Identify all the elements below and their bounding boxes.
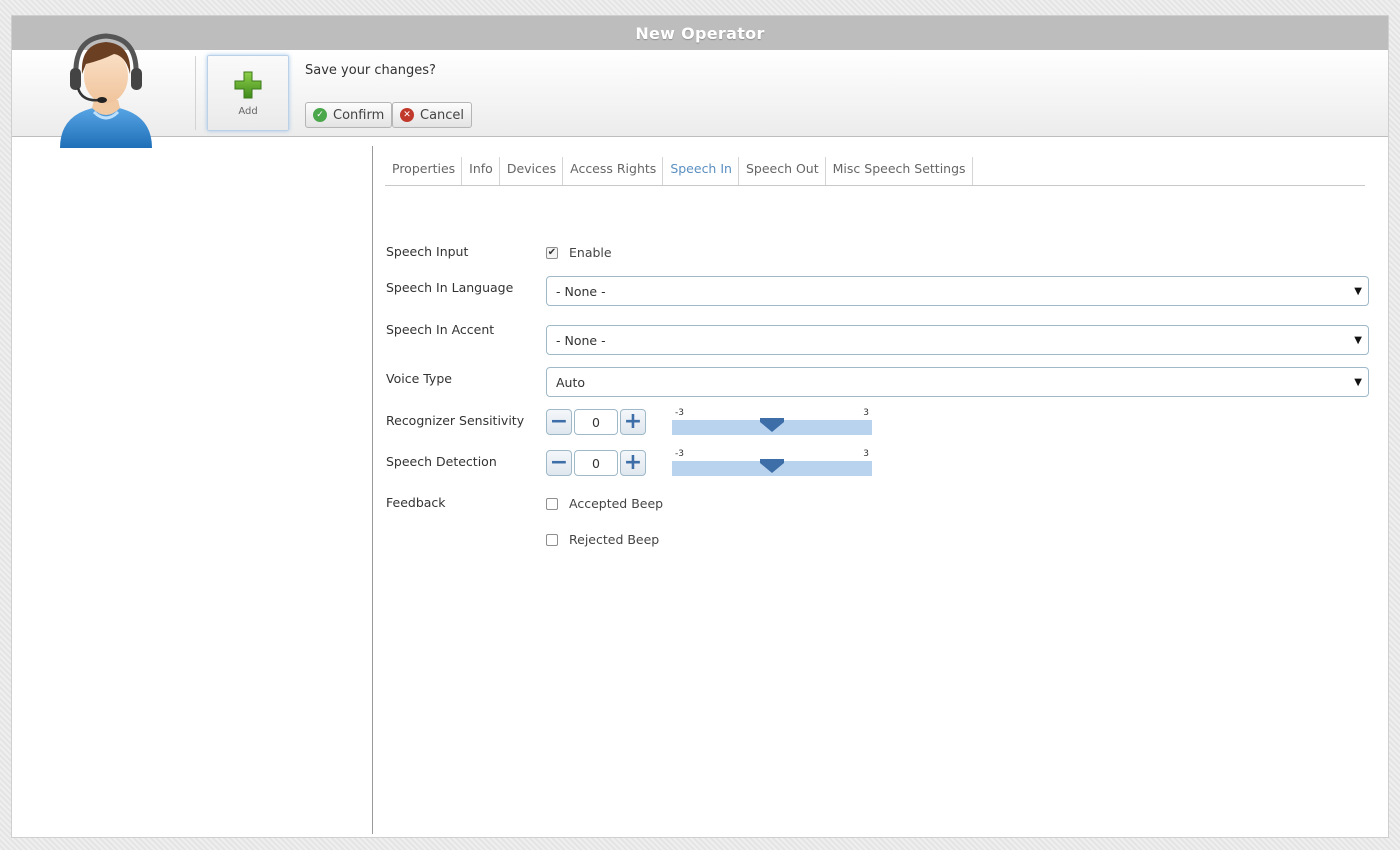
- tab-properties[interactable]: Properties: [385, 157, 463, 185]
- operator-avatar-icon: [60, 33, 152, 148]
- decrement-button[interactable]: −: [546, 450, 572, 476]
- dropdown-arrow-icon: ▼: [1354, 334, 1362, 346]
- tab-misc-speech-settings[interactable]: Misc Speech Settings: [826, 157, 973, 185]
- decrement-button[interactable]: −: [546, 409, 572, 435]
- speech-detection-slider[interactable]: -3 3: [672, 449, 872, 476]
- panel-splitter[interactable]: [372, 146, 373, 834]
- window-title: New Operator: [12, 16, 1388, 50]
- speech-in-accent-select[interactable]: - None - ▼: [546, 325, 1369, 355]
- voice-type-label: Voice Type: [386, 371, 452, 386]
- tab-info[interactable]: Info: [462, 157, 500, 185]
- checkbox-empty-icon: [546, 533, 558, 546]
- accepted-beep-checkbox[interactable]: Accepted Beep: [546, 496, 663, 511]
- close-circle-icon: ✕: [400, 108, 414, 122]
- recognizer-sensitivity-stepper: − 0 +: [546, 409, 646, 435]
- slider-handle[interactable]: [759, 418, 785, 432]
- save-prompt-text: Save your changes?: [305, 63, 436, 78]
- dropdown-arrow-icon: ▼: [1354, 376, 1362, 388]
- dropdown-arrow-icon: ▼: [1354, 285, 1362, 297]
- slider-min-label: -3: [675, 408, 684, 418]
- header-toolbar: Add Save your changes? ✓ Confirm ✕ Cance…: [12, 33, 1388, 148]
- speech-detection-label: Speech Detection: [386, 454, 497, 469]
- speech-input-enable-checkbox[interactable]: ✔ Enable: [546, 245, 612, 260]
- check-circle-icon: ✓: [313, 108, 327, 122]
- rejected-beep-checkbox[interactable]: Rejected Beep: [546, 532, 659, 547]
- operator-window: New Operator Add Save your changes? ✓ Co…: [11, 15, 1389, 838]
- recognizer-sensitivity-label: Recognizer Sensitivity: [386, 413, 525, 428]
- confirm-button[interactable]: ✓ Confirm: [305, 102, 393, 128]
- rejected-beep-label: Rejected Beep: [569, 532, 660, 547]
- cancel-button[interactable]: ✕ Cancel: [392, 102, 473, 128]
- plus-icon: [234, 71, 262, 99]
- settings-panel: Properties Info Devices Access Rights Sp…: [385, 156, 1369, 547]
- recognizer-sensitivity-value[interactable]: 0: [574, 409, 618, 435]
- speech-detection-value[interactable]: 0: [574, 450, 618, 476]
- header-divider: [195, 56, 196, 130]
- slider-max-label: 3: [863, 408, 869, 418]
- speech-in-language-label: Speech In Language: [386, 280, 514, 295]
- increment-button[interactable]: +: [620, 450, 646, 476]
- accepted-beep-label: Accepted Beep: [569, 496, 664, 511]
- checkbox-empty-icon: [546, 497, 558, 510]
- speech-in-language-select[interactable]: - None - ▼: [546, 276, 1369, 306]
- add-label: Add: [238, 106, 258, 117]
- tab-access-rights[interactable]: Access Rights: [563, 157, 664, 185]
- confirm-label: Confirm: [333, 107, 385, 123]
- tab-speech-out[interactable]: Speech Out: [739, 157, 826, 185]
- speech-in-accent-label: Speech In Accent: [386, 322, 495, 337]
- slider-handle[interactable]: [759, 459, 785, 473]
- speech-input-label: Speech Input: [386, 244, 469, 259]
- enable-label: Enable: [569, 245, 612, 260]
- cancel-label: Cancel: [420, 107, 465, 123]
- voice-type-select[interactable]: Auto ▼: [546, 367, 1369, 397]
- speech-in-accent-value: - None -: [556, 332, 606, 348]
- feedback-label: Feedback: [386, 495, 446, 510]
- tab-devices[interactable]: Devices: [500, 157, 564, 185]
- speech-detection-stepper: − 0 +: [546, 450, 646, 476]
- tab-bar: Properties Info Devices Access Rights Sp…: [385, 156, 1365, 186]
- slider-max-label: 3: [863, 449, 869, 459]
- speech-in-language-value: - None -: [556, 283, 606, 299]
- tab-speech-in[interactable]: Speech In: [663, 157, 739, 185]
- slider-min-label: -3: [675, 449, 684, 459]
- add-button[interactable]: Add: [207, 55, 289, 131]
- increment-button[interactable]: +: [620, 409, 646, 435]
- recognizer-sensitivity-slider[interactable]: -3 3: [672, 408, 872, 435]
- voice-type-value: Auto: [556, 374, 586, 390]
- checkbox-checked-icon: ✔: [546, 246, 558, 259]
